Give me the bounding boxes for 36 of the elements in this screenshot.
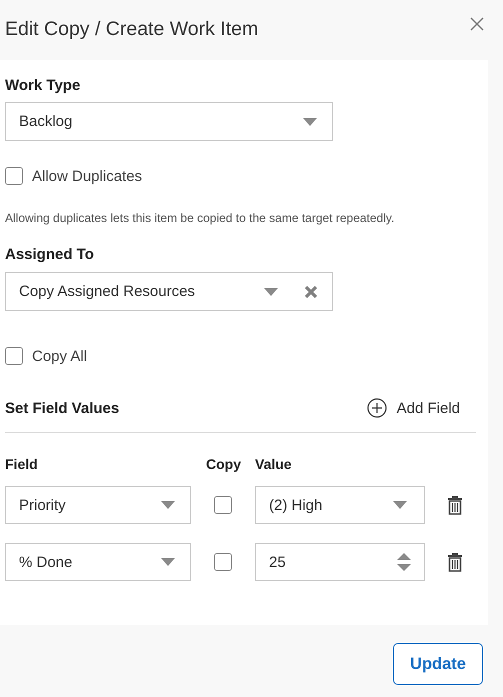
column-header: Field — [5, 455, 39, 474]
value-dropdown[interactable]: (2) High — [255, 486, 425, 524]
checkbox-label: Copy All — [32, 348, 88, 364]
plus-circle-icon — [366, 398, 387, 418]
clear-icon — [304, 284, 318, 298]
field-dropdown[interactable]: Priority — [5, 486, 191, 524]
close-icon — [470, 16, 484, 30]
update-button[interactable]: Update — [393, 643, 483, 685]
work-type-dropdown[interactable]: Backlog — [5, 102, 333, 141]
checkbox[interactable] — [5, 347, 23, 365]
assigned-to-dropdown[interactable]: Copy Assigned Resources — [5, 272, 333, 311]
copy-checkbox[interactable] — [214, 496, 232, 514]
checkbox[interactable] — [5, 167, 23, 185]
number-field[interactable]: 25 — [255, 543, 425, 581]
copy-checkbox[interactable] — [214, 553, 232, 571]
caret-icon — [161, 501, 175, 509]
field-label: Assigned To — [5, 245, 94, 265]
trash-icon — [447, 495, 463, 515]
field-label: Work Type — [5, 76, 80, 96]
spinner-icon — [397, 553, 411, 571]
delete-button[interactable] — [447, 552, 463, 572]
caret-icon — [303, 118, 317, 126]
caret-icon — [393, 501, 407, 509]
field-dropdown[interactable]: % Done — [5, 543, 191, 581]
help-text: Allowing duplicates lets this item be copied to the same target repeatedly. — [5, 210, 394, 227]
caret-icon — [264, 288, 278, 296]
checkbox-label: Allow Duplicates — [32, 168, 142, 184]
add-field-button[interactable]: Add Field — [366, 398, 460, 418]
column-header: Copy — [206, 455, 241, 474]
close-button[interactable] — [470, 16, 484, 30]
delete-button[interactable] — [447, 495, 463, 515]
caret-icon — [161, 558, 175, 566]
dialog-title: Edit Copy / Create Work Item — [5, 18, 258, 40]
trash-icon — [447, 552, 463, 572]
section-title: Set Field Values — [5, 400, 120, 416]
column-header: Value — [255, 455, 293, 474]
